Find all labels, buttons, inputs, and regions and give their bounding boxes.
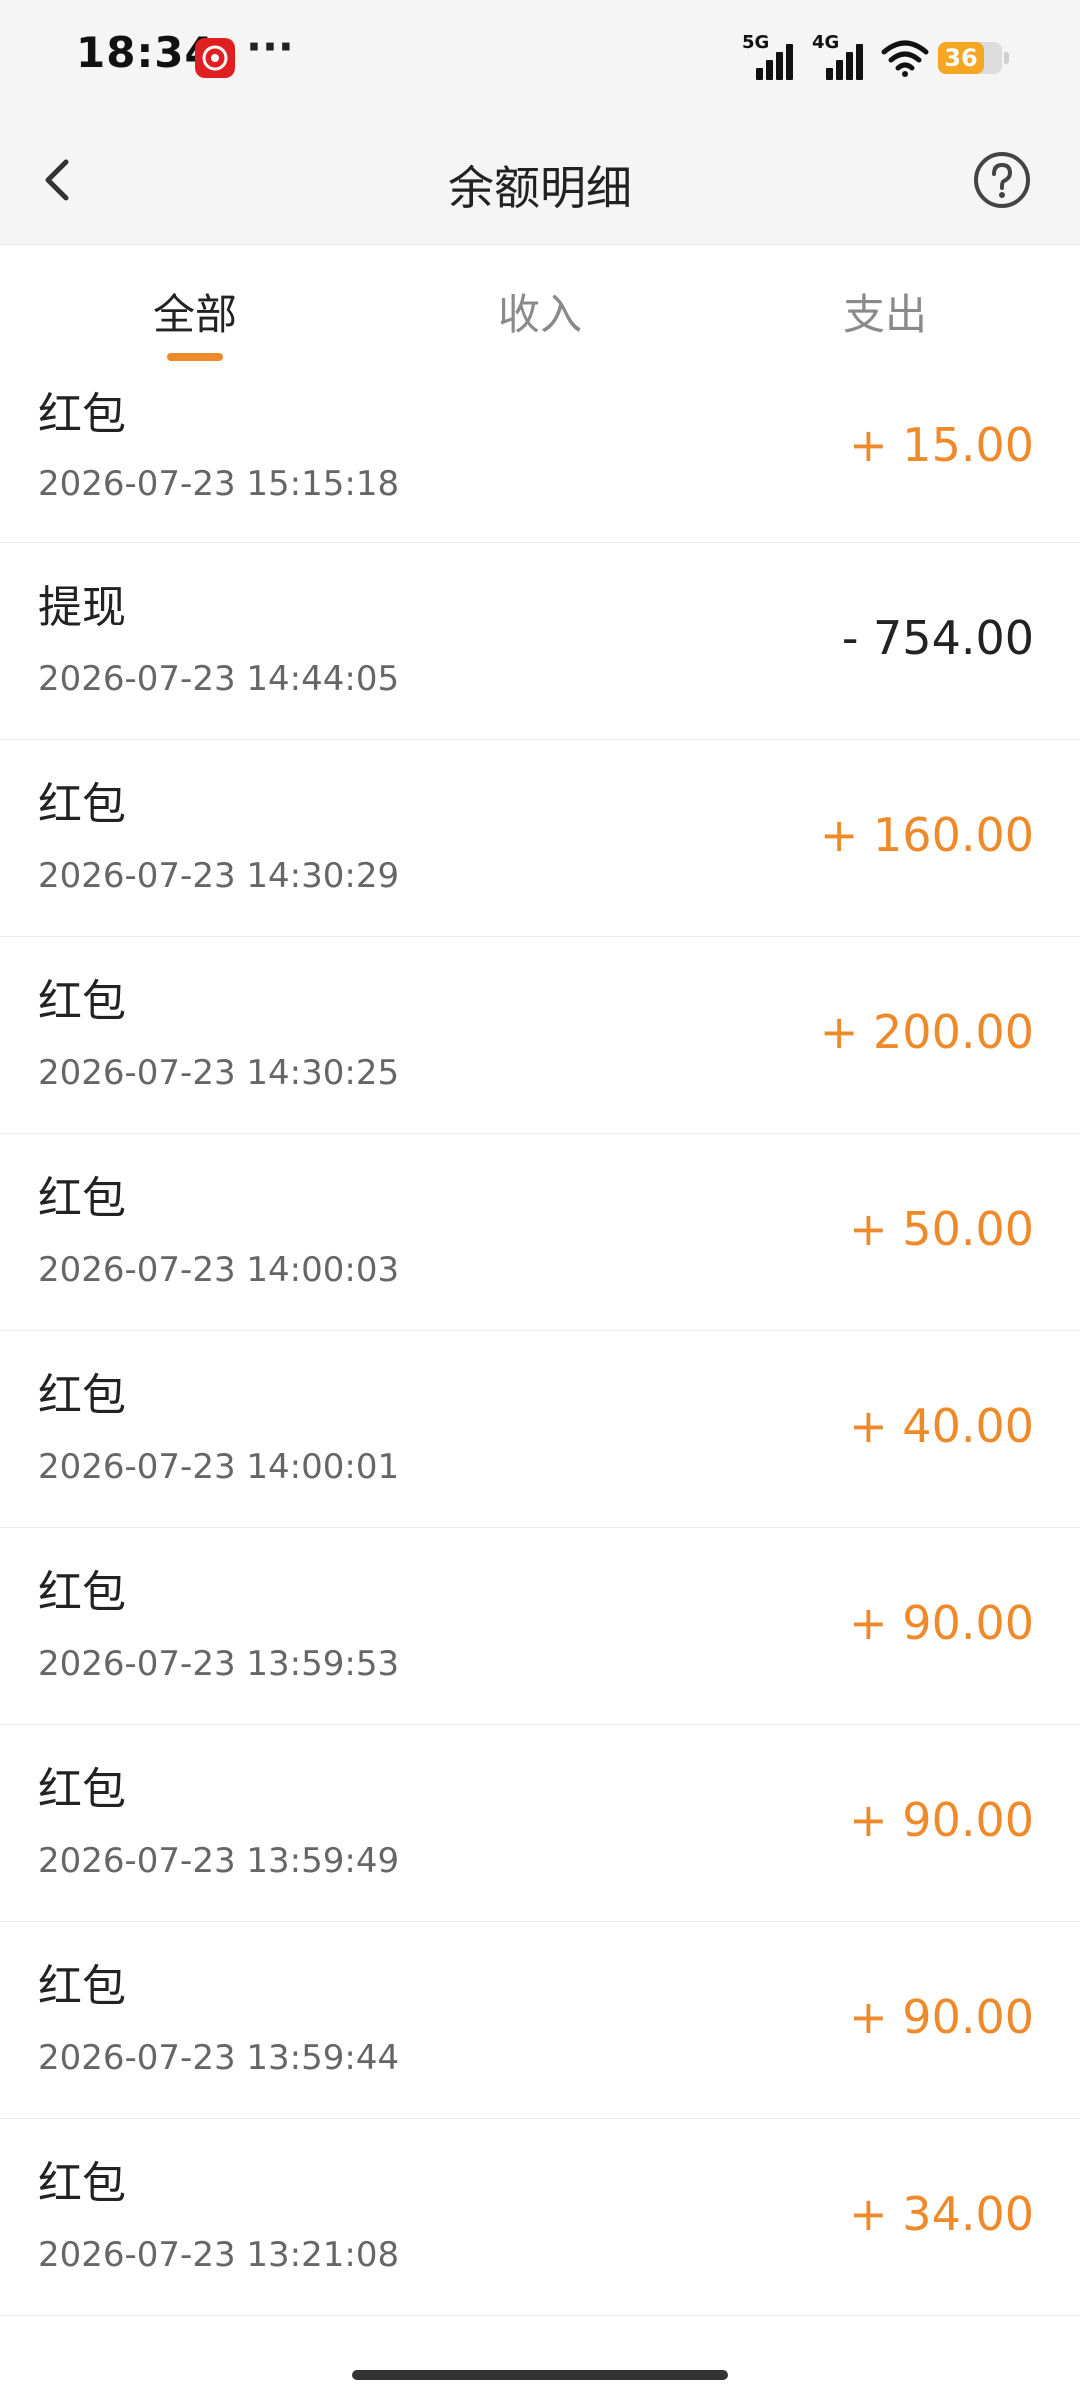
list-item[interactable]: 红包 2026-07-23 15:15:18 + 15.00 [0,368,1080,543]
transaction-time: 2026-07-23 14:30:29 [38,856,400,896]
list-item[interactable]: 红包 2026-07-23 14:00:03 + 50.00 [0,1134,1080,1331]
transaction-title: 红包 [38,779,126,830]
transaction-amount: + 50.00 [849,1202,1034,1256]
transaction-list: 红包 2026-07-23 15:15:18 + 15.00 提现 2026-0… [0,368,1080,2316]
transaction-amount: + 90.00 [849,1596,1034,1650]
battery-icon: 36 [938,42,1002,74]
transaction-amount: + 34.00 [849,2187,1034,2241]
transaction-time: 2026-07-23 13:21:08 [38,2235,400,2275]
list-item[interactable]: 红包 2026-07-23 13:21:08 + 34.00 [0,2119,1080,2316]
transaction-time: 2026-07-23 13:59:44 [38,2038,400,2078]
transaction-title: 红包 [38,1764,126,1815]
battery-tip [1004,52,1009,64]
tab-all[interactable]: 全部 [15,245,375,367]
transaction-time: 2026-07-23 14:44:05 [38,659,400,699]
transaction-amount: + 200.00 [819,1005,1034,1059]
tab-expense[interactable]: 支出 [705,245,1065,367]
battery-percent: 36 [944,44,978,72]
list-item[interactable]: 红包 2026-07-23 14:00:01 + 40.00 [0,1331,1080,1528]
list-item[interactable]: 红包 2026-07-23 14:30:25 + 200.00 [0,937,1080,1134]
transaction-time: 2026-07-23 13:59:49 [38,1841,400,1881]
tab-expense-label: 支出 [842,290,927,339]
transaction-amount: + 40.00 [849,1399,1034,1453]
tab-income[interactable]: 收入 [360,245,720,367]
list-item[interactable]: 红包 2026-07-23 13:59:49 + 90.00 [0,1725,1080,1922]
status-time: 18:34 [76,28,215,77]
transaction-time: 2026-07-23 13:59:53 [38,1644,400,1684]
help-button[interactable] [972,150,1032,210]
question-circle-icon [974,152,1030,208]
transaction-amount: + 15.00 [849,418,1034,472]
screen: 18:34 ··· 5G 4G 36 余额明细 全部 收入 支出 红包 2026… [0,0,1080,2400]
transaction-amount: + 90.00 [849,1793,1034,1847]
tab-income-label: 收入 [497,290,582,339]
status-bar: 18:34 ··· 5G 4G 36 [0,0,1080,118]
more-notifications-icon: ··· [246,22,294,71]
transaction-title: 红包 [38,1173,126,1224]
transaction-time: 2026-07-23 14:00:03 [38,1250,400,1290]
transaction-amount: + 90.00 [849,1990,1034,2044]
app-notification-icon [195,38,235,78]
list-item[interactable]: 提现 2026-07-23 14:44:05 - 754.00 [0,543,1080,740]
tab-all-label: 全部 [152,290,237,339]
home-indicator[interactable] [352,2370,728,2380]
transaction-title: 提现 [38,582,126,633]
transaction-title: 红包 [38,976,126,1027]
transaction-amount: + 160.00 [819,808,1034,862]
transaction-time: 2026-07-23 14:00:01 [38,1447,400,1487]
list-item[interactable]: 红包 2026-07-23 14:30:29 + 160.00 [0,740,1080,937]
page-title: 余额明细 [448,161,632,215]
wifi-icon [880,38,930,82]
active-tab-indicator [167,353,223,361]
filter-tabs: 全部 收入 支出 [0,245,1080,367]
list-item[interactable]: 红包 2026-07-23 13:59:53 + 90.00 [0,1528,1080,1725]
transaction-amount: - 754.00 [841,611,1034,665]
header-bar: 余额明细 [0,118,1080,245]
transaction-title: 红包 [38,1961,126,2012]
transaction-time: 2026-07-23 14:30:25 [38,1053,400,1093]
transaction-title: 红包 [38,389,126,440]
transaction-title: 红包 [38,2158,126,2209]
list-item[interactable]: 红包 2026-07-23 13:59:44 + 90.00 [0,1922,1080,2119]
transaction-title: 红包 [38,1567,126,1618]
transaction-time: 2026-07-23 15:15:18 [38,464,400,504]
transaction-title: 红包 [38,1370,126,1421]
